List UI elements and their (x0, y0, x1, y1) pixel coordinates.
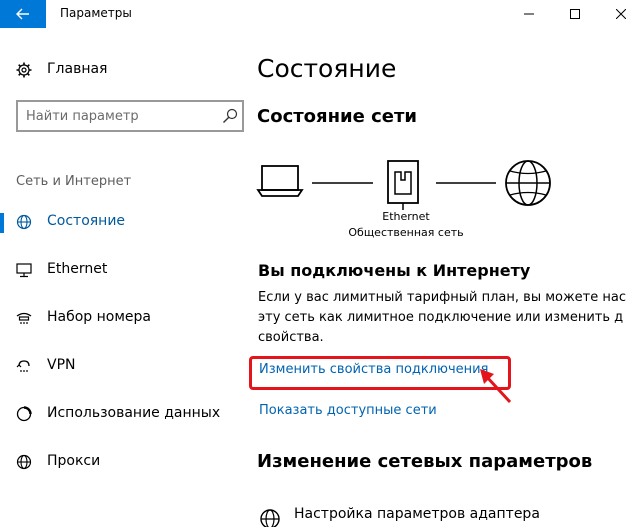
sidebar-home-label: Главная (47, 61, 108, 77)
description-line: Если у вас лимитный тарифный план, вы мо… (258, 290, 626, 305)
back-arrow-icon (16, 8, 29, 20)
search-icon (223, 108, 238, 123)
sidebar-item-vpn[interactable]: VPN (0, 348, 246, 384)
sidebar-item-dialup[interactable]: Набор номера (0, 300, 246, 336)
annotation-arrow-icon (480, 369, 512, 404)
change-connection-properties-link[interactable]: Изменить свойства подключения (259, 362, 488, 377)
minimize-button[interactable] (506, 0, 552, 28)
maximize-icon (570, 9, 580, 19)
connected-description: Если у вас лимитный тарифный план, вы мо… (258, 288, 644, 348)
adapter-settings-item[interactable]: Настройка параметров адаптера (256, 502, 636, 527)
back-button[interactable] (0, 0, 46, 28)
sidebar-item-label: Ethernet (47, 261, 108, 277)
network-type: Общественная сеть (348, 226, 464, 239)
title-bar: Параметры (0, 0, 644, 28)
sidebar-home[interactable]: Главная (0, 54, 246, 86)
page-title: Состояние (257, 54, 397, 83)
adapter-name: Ethernet (382, 210, 430, 223)
maximize-button[interactable] (552, 0, 598, 28)
internet-globe-icon (505, 160, 551, 206)
globe-network-icon (16, 214, 32, 230)
sidebar-item-proxy[interactable]: Прокси (0, 444, 246, 480)
sidebar-item-label: Прокси (47, 453, 101, 469)
show-available-networks-link[interactable]: Показать доступные сети (259, 403, 437, 418)
connected-heading: Вы подключены к Интернету (258, 261, 531, 280)
close-icon (616, 9, 626, 19)
ethernet-monitor-icon (16, 263, 32, 278)
vpn-icon (16, 360, 30, 372)
ethernet-port-icon (387, 160, 419, 210)
close-button[interactable] (598, 0, 644, 28)
sidebar-section-header: Сеть и Интернет (16, 174, 132, 189)
change-network-settings-heading: Изменение сетевых параметров (257, 451, 593, 472)
laptop-icon (256, 165, 304, 197)
sidebar-item-label: Набор номера (47, 309, 152, 325)
adapter-settings-label: Настройка параметров адаптера (294, 506, 540, 522)
proxy-globe-icon (16, 454, 32, 470)
search-button[interactable] (222, 108, 238, 124)
description-line: свойства. (258, 330, 324, 345)
sidebar-item-ethernet[interactable]: Ethernet (0, 252, 246, 288)
main-content: Состояние Состояние сети Ethernet Общест… (246, 28, 644, 527)
dialup-icon (16, 312, 32, 324)
sidebar-item-data-usage[interactable]: Использование данных (0, 396, 246, 432)
window-title: Параметры (60, 6, 132, 20)
sidebar-item-label: Состояние (47, 213, 126, 229)
adapter-globe-icon (260, 509, 280, 527)
search-box[interactable] (16, 100, 244, 132)
search-input[interactable] (26, 106, 206, 126)
description-line: эту сеть как лимитное подключение или из… (258, 310, 624, 325)
active-indicator (0, 213, 4, 233)
network-status-heading: Состояние сети (257, 106, 418, 127)
data-usage-icon (16, 406, 32, 422)
sidebar-item-label: VPN (47, 357, 76, 373)
sidebar-item-label: Использование данных (47, 405, 221, 421)
minimize-icon (524, 13, 534, 15)
sidebar: Главная Сеть и Интернет Состояние Ethern… (0, 28, 246, 527)
sidebar-item-status[interactable]: Состояние (0, 204, 246, 240)
gear-icon (16, 62, 32, 78)
